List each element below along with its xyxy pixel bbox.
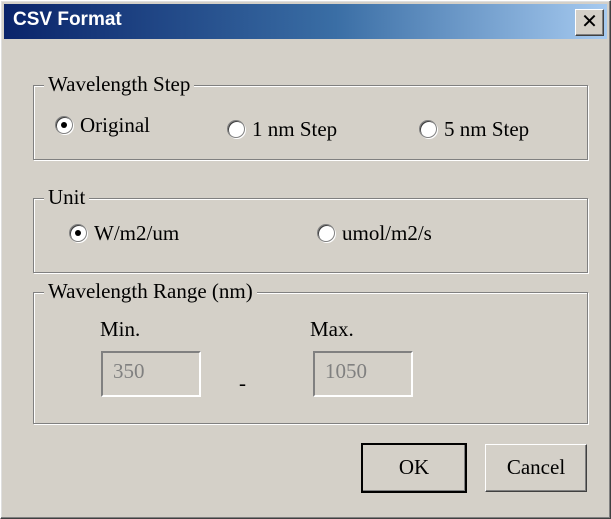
radio-umol-m2-s[interactable]: umol/m2/s <box>317 220 432 246</box>
wavelength-range-legend: Wavelength Range (nm) <box>44 279 257 304</box>
dialog-title: CSV Format <box>13 9 122 30</box>
radio-original[interactable]: Original <box>55 112 150 138</box>
radio-w-m2-um[interactable]: W/m2/um <box>69 220 179 246</box>
range-separator: - <box>239 371 246 395</box>
max-label: Max. <box>310 317 354 341</box>
csv-format-dialog: CSV Format ✕ Wavelength Step Original 1 … <box>0 0 611 519</box>
close-button[interactable]: ✕ <box>575 9 604 36</box>
radio-5nm-step-label: 5 nm Step <box>444 116 530 141</box>
radio-w-m2-um-label: W/m2/um <box>94 220 180 245</box>
radio-1nm-step-label: 1 nm Step <box>252 116 338 141</box>
wavelength-range-group: Wavelength Range (nm) Min. Max. 350 - 10… <box>33 279 588 424</box>
wavelength-step-legend: Wavelength Step <box>44 72 195 97</box>
min-label: Min. <box>100 317 141 341</box>
close-icon: ✕ <box>581 11 598 33</box>
radio-original-label: Original <box>80 112 150 137</box>
radio-checked-icon <box>69 224 87 242</box>
cancel-button[interactable]: Cancel <box>485 444 587 492</box>
title-bar: CSV Format ✕ <box>4 4 607 39</box>
wavelength-step-group: Wavelength Step Original 1 nm Step 5 nm … <box>33 72 588 160</box>
radio-unchecked-icon <box>317 224 335 242</box>
unit-group: Unit W/m2/um umol/m2/s <box>33 185 588 273</box>
radio-5nm-step[interactable]: 5 nm Step <box>419 116 529 142</box>
radio-checked-icon <box>55 116 73 134</box>
radio-1nm-step[interactable]: 1 nm Step <box>227 116 337 142</box>
min-field[interactable]: 350 <box>101 351 201 397</box>
max-field[interactable]: 1050 <box>313 351 413 397</box>
unit-legend: Unit <box>44 185 90 210</box>
radio-unchecked-icon <box>227 120 245 138</box>
ok-button[interactable]: OK <box>361 443 467 493</box>
radio-umol-m2-s-label: umol/m2/s <box>342 220 432 245</box>
radio-unchecked-icon <box>419 120 437 138</box>
